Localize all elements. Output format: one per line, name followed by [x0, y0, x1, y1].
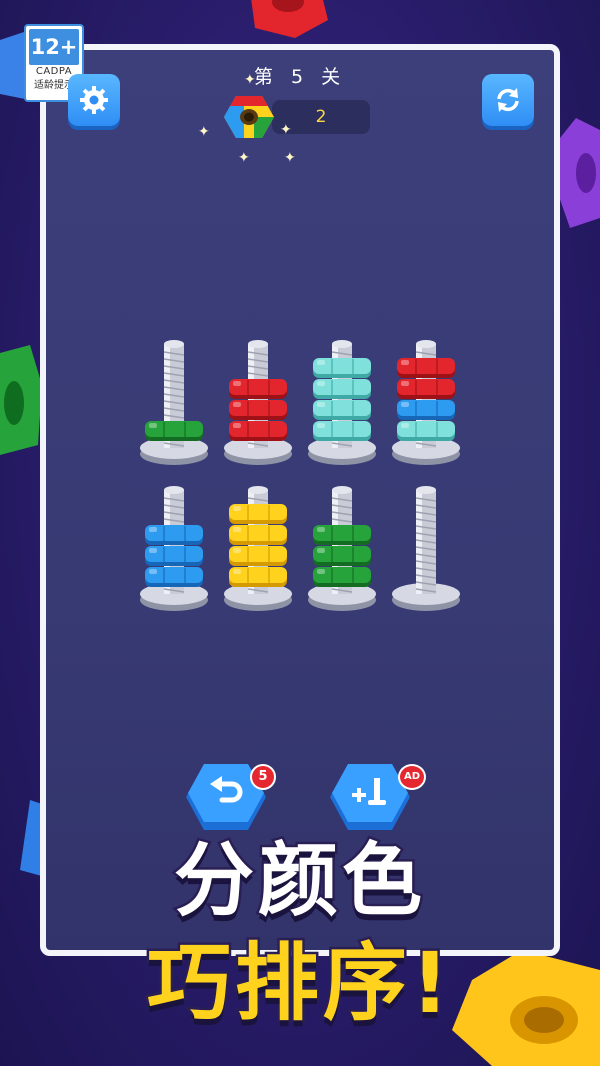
green-nut: [313, 525, 371, 545]
red-nut: [397, 358, 455, 378]
red-nut: [229, 379, 287, 399]
peg[interactable]: [140, 486, 208, 611]
cyan-nut: [313, 358, 371, 378]
blue-nut: [145, 546, 203, 566]
yellow-nut: [229, 546, 287, 566]
yellow-nut: [229, 504, 287, 524]
promo-title-line2: 巧排序!: [144, 932, 454, 1035]
green-nut: [313, 546, 371, 566]
peg[interactable]: [308, 486, 376, 611]
undo-arrow-icon: [210, 776, 243, 803]
add-peg-icon: [352, 778, 386, 805]
red-nut: [229, 421, 287, 441]
peg[interactable]: [224, 340, 292, 465]
peg[interactable]: [140, 340, 208, 465]
yellow-nut: [229, 525, 287, 545]
peg[interactable]: [392, 486, 460, 611]
blue-nut: [145, 525, 203, 545]
green-nut: [145, 421, 203, 441]
yellow-nut: [229, 567, 287, 587]
red-nut: [397, 379, 455, 399]
undo-count-badge: 5: [250, 764, 276, 790]
promo-title-line1: 分颜色: [172, 832, 426, 930]
ad-badge: AD: [398, 764, 426, 790]
cyan-nut: [313, 379, 371, 399]
cyan-nut: [397, 421, 455, 441]
peg[interactable]: [392, 340, 460, 465]
green-nut: [313, 567, 371, 587]
peg[interactable]: [308, 340, 376, 465]
blue-nut: [145, 567, 203, 587]
peg[interactable]: [224, 486, 292, 611]
cyan-nut: [313, 421, 371, 441]
red-nut: [229, 400, 287, 420]
cyan-nut: [313, 400, 371, 420]
blue-nut: [397, 400, 455, 420]
